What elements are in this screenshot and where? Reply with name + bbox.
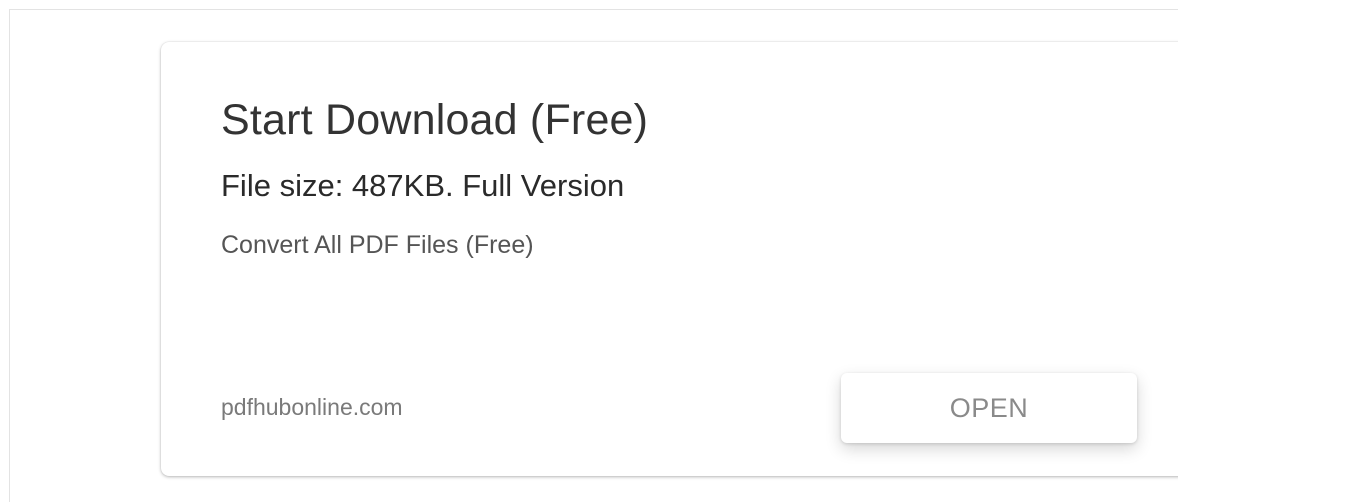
ad-card[interactable]: Start Download (Free) File size: 487KB. … <box>161 42 1178 476</box>
ad-viewport: Start Download (Free) File size: 487KB. … <box>0 0 1178 502</box>
open-button[interactable]: OPEN <box>841 373 1137 443</box>
ad-subheadline: File size: 487KB. Full Version <box>221 168 625 203</box>
ad-description: Convert All PDF Files (Free) <box>221 231 534 259</box>
ad-headline[interactable]: Start Download (Free) <box>221 96 648 145</box>
right-gutter <box>1178 9 1351 502</box>
ad-domain-link[interactable]: pdfhubonline.com <box>221 394 403 421</box>
